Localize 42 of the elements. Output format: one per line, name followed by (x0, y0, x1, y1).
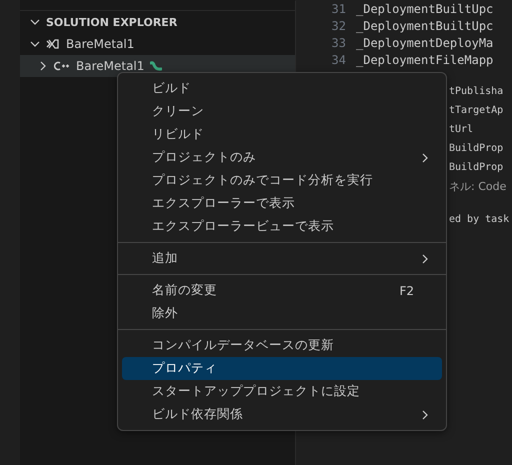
menu-item[interactable]: 除外 (122, 302, 442, 325)
line-number: 33 (330, 36, 347, 50)
chevron-right-icon[interactable] (420, 152, 430, 162)
panel-text: ネル: Code (449, 179, 508, 195)
code-line: BuildProp (449, 142, 504, 156)
section-header[interactable]: SOLUTION EXPLORER (20, 11, 295, 33)
code-line: _DeploymentDeployMa (356, 36, 494, 50)
chevron-down-icon[interactable] (30, 17, 40, 27)
code-line: _DeploymentBuiltUpc (356, 2, 494, 16)
menu-item[interactable]: クリーン (122, 100, 442, 123)
code-line: tUrl (449, 123, 474, 137)
solution-icon (46, 38, 60, 50)
tree-item[interactable]: BareMetal1 (20, 33, 295, 55)
menu-item[interactable]: エクスプローラーで表示 (122, 192, 442, 215)
chevron-down-icon[interactable] (30, 39, 40, 49)
menu-item[interactable]: プロジェクトのみ (122, 146, 442, 169)
menu-item[interactable]: プロパティ (122, 357, 442, 380)
menu-item[interactable]: ビルド (122, 77, 442, 100)
line-number: 34 (330, 52, 347, 66)
menu-item[interactable]: コンパイルデータベースの更新 (122, 334, 442, 357)
menu-item[interactable]: プロジェクトのみでコード分析を実行 (122, 169, 442, 192)
menu-item[interactable]: 名前の変更 F2 (122, 279, 442, 302)
code-line: BuildProp (449, 161, 504, 175)
chevron-right-icon[interactable] (38, 61, 48, 71)
code-line: tTargetAp (449, 104, 504, 118)
line-number: 32 (330, 18, 347, 32)
code-line: tPublisha (449, 85, 504, 99)
tree-label: BareMetal1 (76, 59, 144, 73)
menu-item[interactable]: ビルド依存関係 (122, 403, 442, 426)
shortcut-text: F2 (399, 284, 414, 298)
tree-label: BareMetal1 (66, 37, 134, 51)
line-number: 31 (330, 2, 347, 16)
menu-item[interactable]: スタートアッププロジェクトに設定 (122, 380, 442, 403)
menu-item[interactable]: 追加 (122, 247, 442, 270)
code-line: _DeploymentBuiltUpc (356, 18, 494, 32)
code-line: ed by task (449, 213, 510, 227)
code-line: _DeploymentFileMapp (356, 52, 494, 66)
menu-item[interactable]: リビルド (122, 123, 442, 146)
cpp-project-icon (54, 61, 70, 71)
menu-item[interactable]: エクスプローラービューで表示 (122, 215, 442, 238)
chevron-right-icon[interactable] (420, 254, 430, 264)
chevron-right-icon[interactable] (420, 410, 430, 420)
